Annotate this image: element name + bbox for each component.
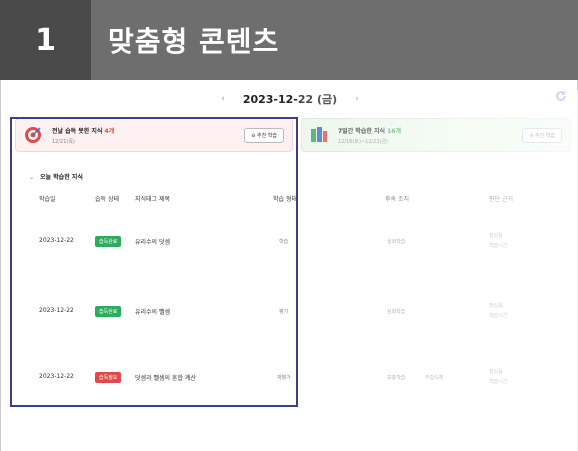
recommend-study-button[interactable]: ⊖ 추천 학습 [244,127,284,143]
next-date-button[interactable]: › [355,94,359,104]
missed-knowledge-date: 12/21(목) [52,138,75,145]
date-navigator: ‹ 2023-12-22 (금) › [1,88,578,110]
table-header: 학습일 습득 상태 지식태그 제목 학습 형태 후속 조치 판단 근거 [1,188,578,208]
weekly-knowledge-card: 7일간 학습한 지식 16개 12/16(토)~12/22(금) ⊖ 추천 학습 [301,118,571,152]
row-type: 학습 [279,239,289,245]
row-reason-2: 학습시간 [489,313,508,319]
weekly-knowledge-range: 12/16(토)~12/22(금) [338,138,389,145]
col-type: 학습 형태 [273,196,297,203]
header-banner: 1 맞춤형 콘텐츠 [0,0,578,80]
current-date: 2023-12-22 (금) [242,93,338,106]
row-reason-1: 정답률 [489,369,503,375]
row-title[interactable]: 덧셈과 뺄셈의 혼합 계산 [135,373,196,382]
row-type: 재평가 [277,375,291,381]
prev-date-button[interactable]: ‹ [221,94,225,104]
row-followup: 심화학습 [387,309,406,315]
books-icon [310,126,328,144]
page-title: 맞춤형 콘텐츠 [108,25,280,58]
table-row[interactable]: 2023-12-22 습득필요 덧셈과 뺄셈의 혼합 계산 재평가 보충학습 추… [1,365,578,435]
status-badge: 습득필요 [95,372,122,383]
row-followup: 보충학습 [387,375,406,381]
missed-knowledge-title: 전날 습득 못한 지식 4개 [52,127,115,135]
table-row[interactable]: 2023-12-22 습득완료 유리수의 뺄셈 평가 심화학습 정답률 학습시간 [1,295,578,365]
row-reason-2: 학습시간 [489,243,508,249]
section-title: 오늘 학습한 지식 [40,174,83,181]
col-followup: 후속 조치 [385,196,409,203]
weekly-knowledge-title: 7일간 학습한 지식 16개 [338,127,401,135]
target-icon [24,126,42,144]
row-type: 평가 [279,309,289,315]
row-date: 2023-12-22 [39,237,74,244]
row-title[interactable]: 유리수의 덧셈 [135,237,170,246]
row-date: 2023-12-22 [39,307,74,314]
row-reason-1: 정답률 [489,233,503,239]
status-badge: 습득완료 [95,306,122,317]
col-date: 학습일 [39,196,56,203]
refresh-icon[interactable] [555,90,567,105]
missed-knowledge-card: 전날 습득 못한 지식 4개 12/21(목) ⊖ 추천 학습 [15,118,293,152]
row-reason-1: 정답률 [489,303,503,309]
row-reason-2: 학습시간 [489,379,508,385]
section-header[interactable]: ⌄ 오늘 학습한 지식 [29,172,83,181]
step-number: 1 [0,0,91,80]
col-status: 습득 상태 [95,196,119,203]
status-badge: 습득완료 [95,236,122,247]
screenshot-frame: ‹ 2023-12-22 (금) › 전날 습득 못한 지식 4개 12/21(… [0,80,578,451]
row-title[interactable]: 유리수의 뺄셈 [135,307,170,316]
table-row[interactable]: 2023-12-22 습득완료 유리수의 덧셈 학습 심화학습 정답률 학습시간 [1,225,578,295]
row-date: 2023-12-22 [39,373,74,380]
col-reason: 판단 근거 [489,196,513,203]
recommend-study-button-weekly[interactable]: ⊖ 추천 학습 [522,127,562,143]
row-followup-2: 추합속제 [425,375,444,381]
row-followup: 심화학습 [387,239,406,245]
col-title: 지식태그 제목 [135,196,171,203]
chevron-down-icon: ⌄ [29,174,35,181]
